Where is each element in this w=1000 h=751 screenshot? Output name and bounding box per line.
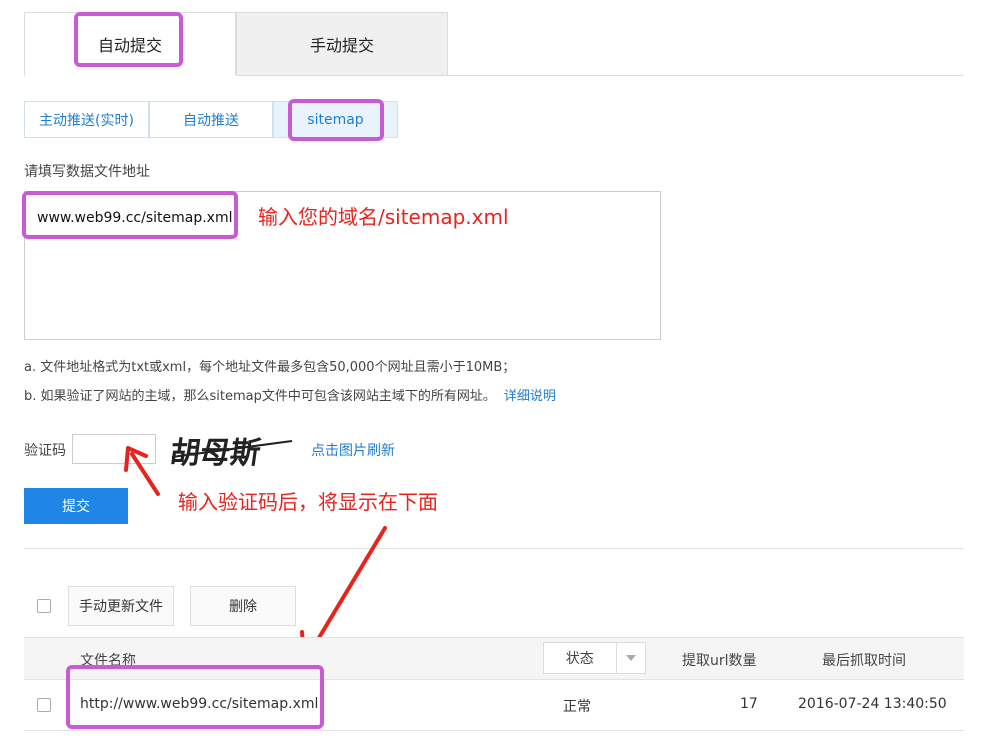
delete-button[interactable]: 删除 <box>190 586 296 626</box>
captcha-label: 验证码 <box>24 443 66 459</box>
select-all-checkbox[interactable] <box>37 599 51 613</box>
details-link[interactable]: 详细说明 <box>504 389 556 404</box>
status-filter-select[interactable]: 状态 <box>543 642 646 674</box>
row-url-count: 17 <box>740 696 758 712</box>
annotation-enter-domain: 输入您的域名/sitemap.xml <box>258 205 509 229</box>
subtab-auto-push[interactable]: 自动推送 <box>149 101 273 138</box>
column-last-crawl: 最后抓取时间 <box>822 653 906 669</box>
note-b-text: b. 如果验证了网站的主域，那么sitemap文件中可包含该网站主域下的所有网址… <box>24 389 496 404</box>
status-filter-label: 状态 <box>565 651 594 667</box>
row-status: 正常 <box>563 699 591 715</box>
highlight-box-textarea-value <box>22 191 238 239</box>
subtab-active-push[interactable]: 主动推送(实时) <box>24 101 149 138</box>
file-address-label: 请填写数据文件地址 <box>24 164 150 180</box>
captcha-image[interactable]: 胡母斯 <box>168 427 295 472</box>
manual-update-file-button[interactable]: 手动更新文件 <box>68 586 174 626</box>
highlight-box-result-row <box>66 665 324 729</box>
highlight-box-sitemap <box>288 99 384 141</box>
note-a: a. 文件地址格式为txt或xml，每个地址文件最多包含50,000个网址且需小… <box>24 360 516 375</box>
column-url-count: 提取url数量 <box>682 653 757 669</box>
captcha-text: 胡母斯 <box>170 436 263 471</box>
row-last-crawl: 2016-07-24 13:40:50 <box>798 696 947 712</box>
row-checkbox[interactable] <box>37 698 51 712</box>
note-b: b. 如果验证了网站的主域，那么sitemap文件中可包含该网站主域下的所有网址… <box>24 385 556 404</box>
highlight-box-auto-submit <box>74 12 183 67</box>
chevron-down-icon <box>615 643 645 673</box>
refresh-captcha-link[interactable]: 点击图片刷新 <box>311 440 395 460</box>
tab-manual-submit[interactable]: 手动提交 <box>236 12 448 76</box>
annotation-captcha: 输入验证码后，将显示在下面 <box>178 490 438 514</box>
row-divider <box>24 730 964 731</box>
section-divider <box>24 548 964 549</box>
submit-button[interactable]: 提交 <box>24 488 128 524</box>
